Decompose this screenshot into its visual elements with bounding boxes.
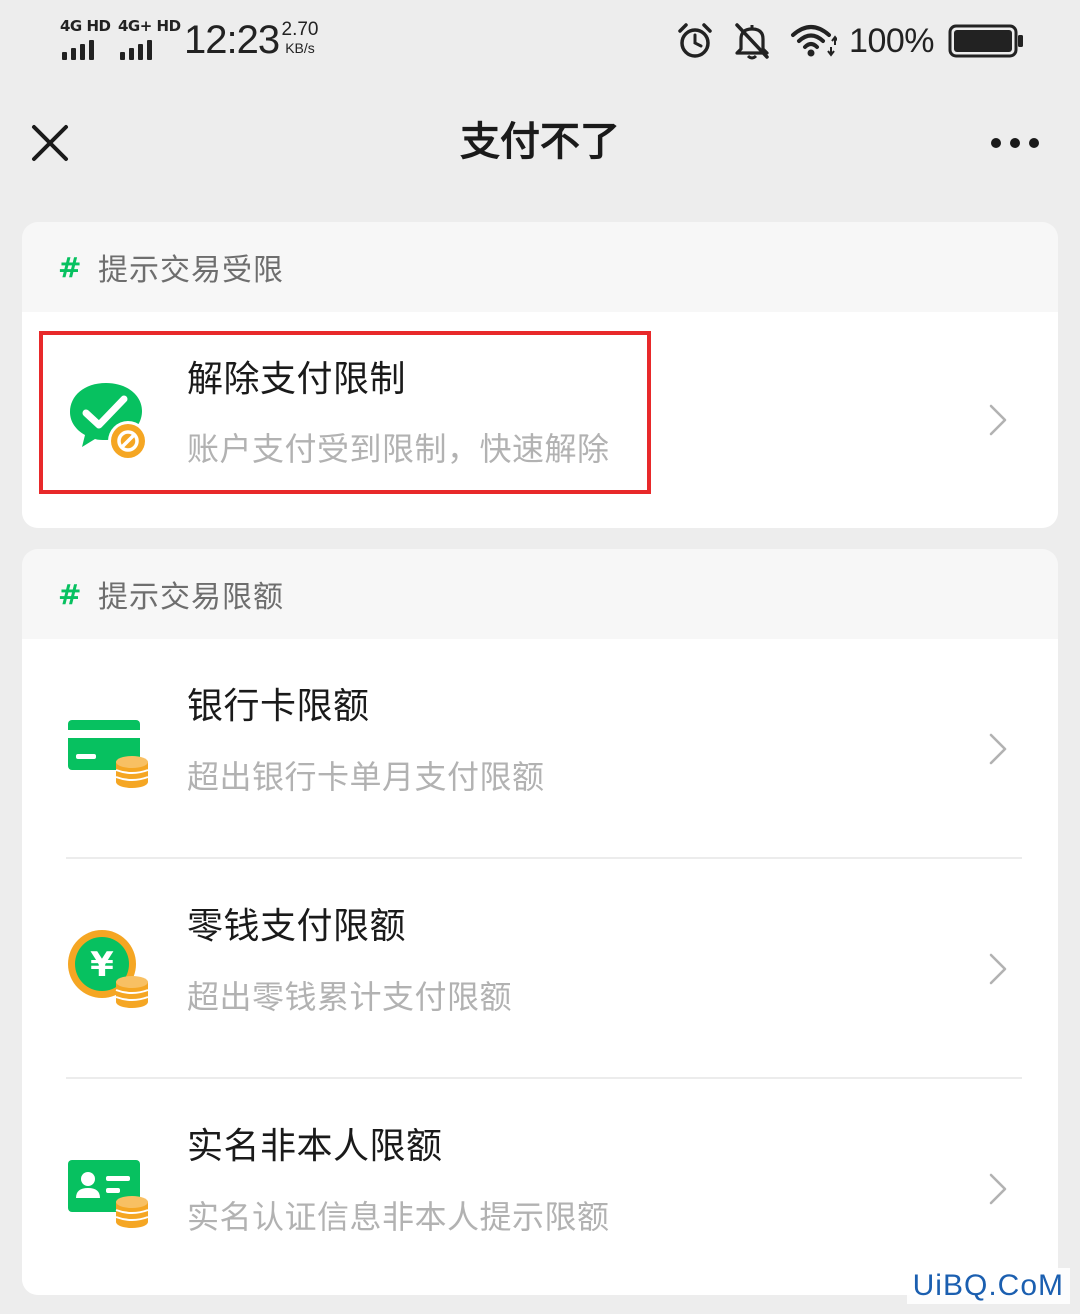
section-body: 解除支付限制 账户支付受到限制，快速解除 bbox=[22, 312, 1058, 528]
list-item-non-owner-limit[interactable]: 实名非本人限额 实名认证信息非本人提示限额 bbox=[22, 1079, 1058, 1295]
watermark: UiBQ.CoM bbox=[906, 1268, 1070, 1304]
list-item-bank-card-limit[interactable]: 银行卡限额 超出银行卡单月支付限额 bbox=[22, 639, 1058, 859]
net-speed-value: 2.70 bbox=[281, 19, 319, 40]
item-subtitle: 超出零钱累计支付限额 bbox=[187, 978, 513, 1016]
wechat-pay-restricted-icon bbox=[70, 383, 148, 461]
item-subtitle: 账户支付受到限制，快速解除 bbox=[187, 430, 610, 468]
page-title: 支付不了 bbox=[460, 119, 620, 165]
mute-icon bbox=[735, 23, 769, 60]
chevron-right-icon bbox=[989, 1173, 1007, 1205]
net-speed: 2.70 KB/s bbox=[278, 19, 322, 57]
bank-card-icon bbox=[68, 720, 149, 788]
clock: 12:23 bbox=[184, 18, 280, 62]
chevron-right-icon bbox=[989, 953, 1007, 985]
section-header-title: 提示交易受限 bbox=[98, 253, 284, 288]
battery-percent: 100% bbox=[849, 21, 934, 60]
chevron-right-icon bbox=[989, 404, 1007, 436]
signal-1-icon: 4G HD bbox=[60, 18, 116, 60]
network-2-label: 4G+ HD bbox=[118, 17, 181, 35]
list-item-change-limit[interactable]: ¥ 零钱支付限额 超出零钱累计支付限额 bbox=[22, 859, 1058, 1079]
wifi-icon bbox=[791, 25, 838, 57]
net-speed-unit: KB/s bbox=[285, 40, 315, 56]
item-title: 银行卡限额 bbox=[187, 686, 370, 727]
section-header: # 提示交易限额 bbox=[22, 549, 1058, 639]
signal-2-icon: 4G+ HD bbox=[118, 18, 181, 60]
status-bar: 4G HD 4G+ HD 12:23 2.70 KB/s 100% bbox=[0, 0, 1080, 90]
svg-text:¥: ¥ bbox=[90, 945, 114, 985]
section-body: 银行卡限额 超出银行卡单月支付限额 ¥ 零钱支付限额 超出零钱累计支付限额 实名… bbox=[22, 639, 1058, 1295]
item-subtitle: 实名认证信息非本人提示限额 bbox=[187, 1198, 610, 1236]
item-title: 解除支付限制 bbox=[187, 359, 407, 400]
nav-bar: 支付不了 bbox=[0, 95, 1080, 195]
section-limits: # 提示交易限额 银行卡限额 超出银行卡单月支付限额 ¥ 零钱支付限额 超出零钱… bbox=[22, 549, 1058, 1295]
yuan-coin-icon: ¥ bbox=[68, 930, 149, 1008]
network-1-label: 4G HD bbox=[60, 17, 111, 35]
hash-icon: # bbox=[58, 250, 82, 284]
status-right: 100% bbox=[675, 18, 1024, 64]
id-card-icon bbox=[68, 1160, 149, 1228]
item-subtitle: 超出银行卡单月支付限额 bbox=[187, 758, 545, 796]
more-icon[interactable] bbox=[990, 133, 1040, 153]
hash-icon: # bbox=[58, 577, 82, 611]
item-title: 零钱支付限额 bbox=[187, 906, 407, 947]
alarm-icon bbox=[678, 23, 712, 58]
section-header: # 提示交易受限 bbox=[22, 222, 1058, 312]
list-item-unlock-payment[interactable]: 解除支付限制 账户支付受到限制，快速解除 bbox=[22, 312, 1058, 528]
chevron-right-icon bbox=[989, 733, 1007, 765]
item-title: 实名非本人限额 bbox=[187, 1126, 443, 1167]
section-restricted: # 提示交易受限 解除支付限制 账户支付受到限制，快速解除 bbox=[22, 222, 1058, 528]
section-header-title: 提示交易限额 bbox=[98, 580, 284, 615]
battery-icon bbox=[948, 24, 1023, 58]
